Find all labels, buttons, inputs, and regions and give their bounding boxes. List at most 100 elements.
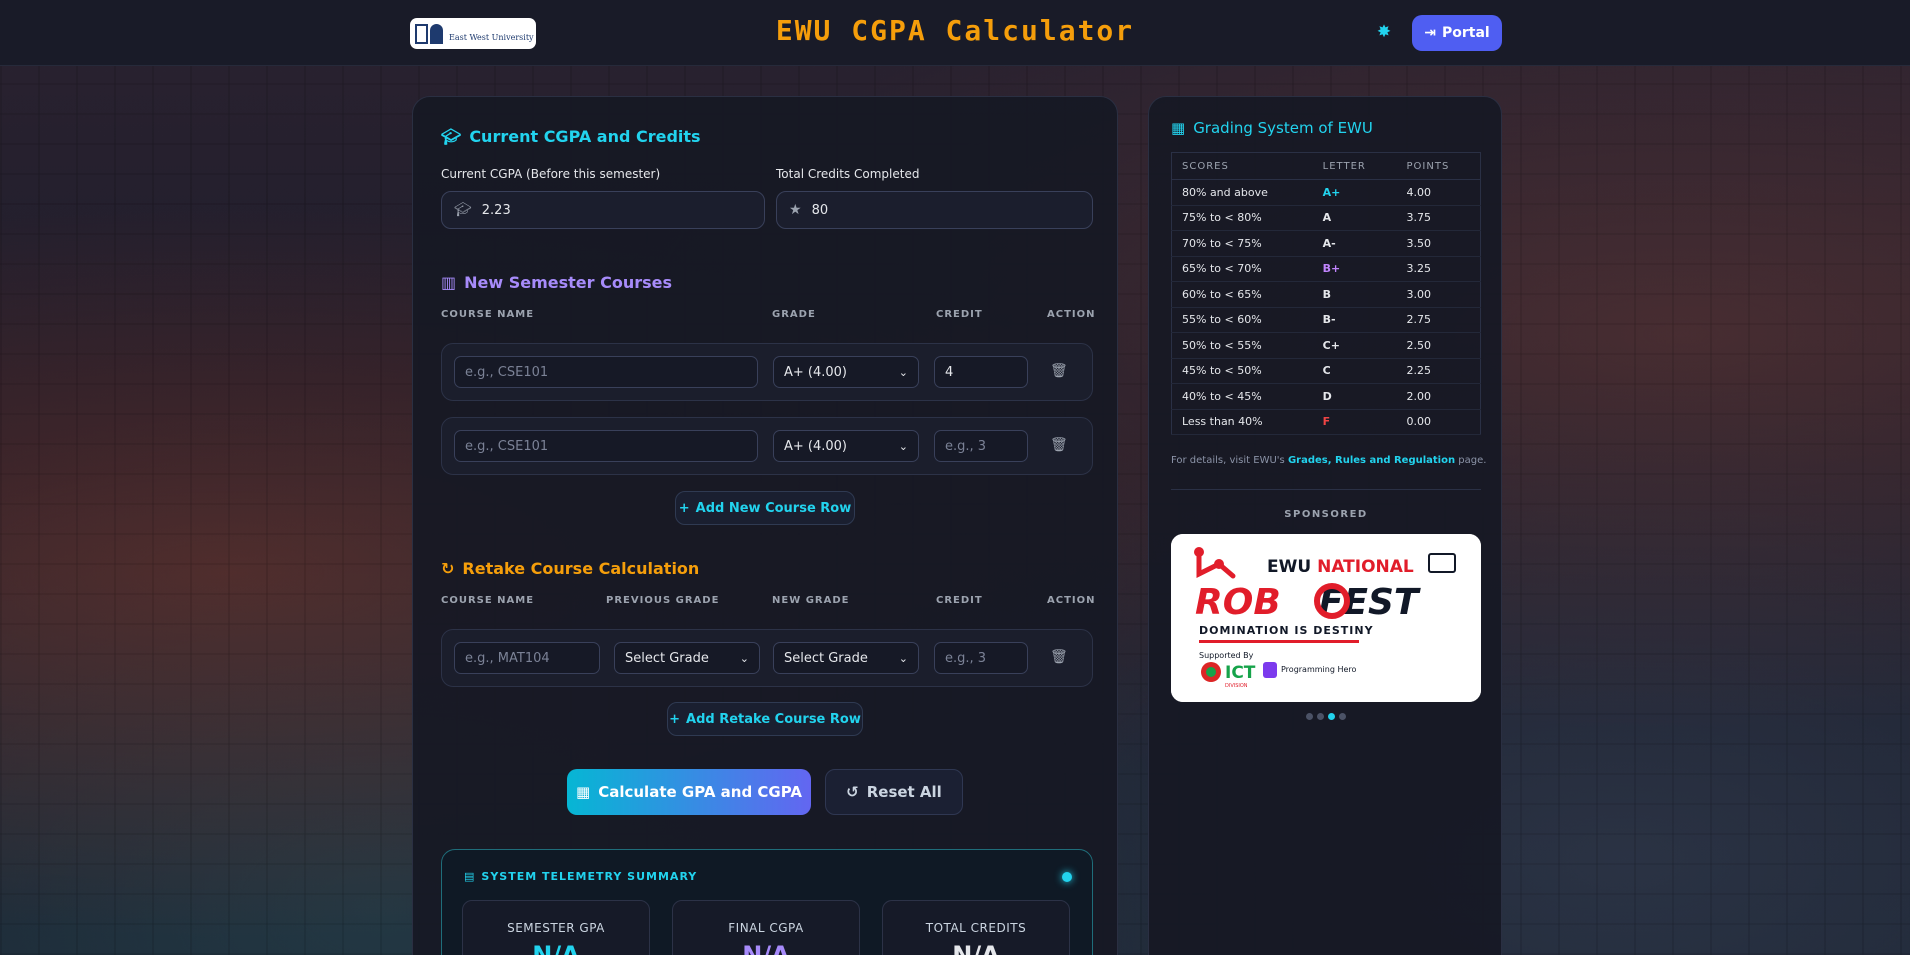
chart-icon: ▤ [464, 870, 476, 883]
grading-cell-letter: D [1312, 383, 1397, 410]
redo-icon: ↻ [441, 559, 455, 578]
ad-line1-ewu: EWU [1267, 557, 1317, 577]
trash-icon[interactable]: 🗑︎ [1050, 649, 1068, 665]
course-name-input[interactable]: e.g., CSE101 [454, 430, 758, 462]
new-courses-title-text: New Semester Courses [464, 273, 673, 292]
book-icon: ▥ [441, 273, 457, 292]
details-suffix: page. [1455, 455, 1487, 466]
grading-rules-link[interactable]: Grades, Rules and Regulation [1288, 455, 1455, 466]
col-credit: CREDIT [936, 595, 983, 606]
calculate-button[interactable]: ▦ Calculate GPA and CGPA [567, 769, 811, 815]
grading-row: Less than 40% F 0.00 [1171, 409, 1481, 435]
new-grade-value: Select Grade [784, 650, 868, 666]
divider [1171, 489, 1481, 490]
grading-cell-score: 55% to < 60% [1171, 307, 1313, 333]
col-previous-grade: PREVIOUS GRADE [606, 595, 720, 606]
grading-cell-points: 2.75 [1396, 307, 1481, 333]
carousel-dot[interactable] [1339, 713, 1346, 720]
add-retake-row-label: Add Retake Course Row [686, 711, 861, 727]
col-letter: LETTER [1312, 152, 1397, 180]
retake-credit-input[interactable]: e.g., 3 [934, 642, 1028, 674]
total-credits-input[interactable]: ★ 80 [776, 191, 1093, 229]
telemetry-title-text: SYSTEM TELEMETRY SUMMARY [481, 870, 698, 883]
grading-row: 80% and above A+ 4.00 [1171, 179, 1481, 206]
grading-cell-score: 50% to < 55% [1171, 332, 1313, 359]
grading-title: ▦ Grading System of EWU [1171, 119, 1373, 137]
total-credits-summary-value: N/A [952, 941, 1000, 955]
trash-icon[interactable]: 🗑︎ [1050, 437, 1068, 453]
sponsored-label: SPONSORED [1284, 509, 1368, 520]
col-credit: CREDIT [936, 309, 983, 320]
total-credits-card: TOTAL CREDITS N/A [882, 900, 1070, 955]
grade-select[interactable]: A+ (4.00) ⌄ [773, 430, 919, 462]
ad-tagline: DOMINATION IS DESTINY [1199, 624, 1374, 637]
col-new-grade: NEW GRADE [772, 595, 850, 606]
chevron-down-icon: ⌄ [898, 365, 908, 379]
carousel-dot[interactable] [1328, 713, 1335, 720]
retake-row: e.g., MAT104 Select Grade ⌄ Select Grade ⌄… [441, 629, 1093, 687]
sponsored-banner[interactable]: EWU NATIONAL ROB FEST DOMINATION IS DESTI… [1171, 534, 1481, 702]
grading-cell-points: 3.50 [1396, 230, 1481, 257]
chevron-down-icon: ⌄ [739, 651, 749, 665]
col-grade: GRADE [772, 309, 816, 320]
total-credits-label: Total Credits Completed [776, 167, 920, 181]
course-row: e.g., CSE101 A+ (4.00) ⌄ e.g., 3 🗑︎ [441, 417, 1093, 475]
ad-line1-national: NATIONAL [1317, 557, 1414, 577]
final-cgpa-value: N/A [742, 941, 790, 955]
grading-cell-score: Less than 40% [1171, 409, 1313, 435]
col-course-name: COURSE NAME [441, 309, 535, 320]
current-cgpa-value: 2.23 [481, 202, 511, 218]
grading-cell-points: 3.00 [1396, 281, 1481, 308]
grade-select[interactable]: A+ (4.00) ⌄ [773, 356, 919, 388]
status-indicator-icon [1062, 872, 1072, 882]
total-credits-value: 80 [811, 202, 829, 218]
ad-supported-by: Supported By [1199, 651, 1254, 660]
credit-input[interactable]: 4 [934, 356, 1028, 388]
undo-icon: ↺ [846, 783, 859, 801]
graduate-icon: 🎓︎ [441, 127, 462, 146]
grading-details-note: For details, visit EWU's Grades, Rules a… [1171, 455, 1486, 466]
plus-icon: + [669, 711, 681, 727]
grading-cell-points: 3.25 [1396, 256, 1481, 282]
reset-button[interactable]: ↺ Reset All [825, 769, 963, 815]
theme-toggle-icon[interactable]: ✸ [1374, 22, 1394, 42]
portal-button[interactable]: ⇥ Portal [1412, 15, 1502, 51]
previous-grade-value: Select Grade [625, 650, 709, 666]
grading-cell-points: 3.75 [1396, 205, 1481, 231]
previous-grade-select[interactable]: Select Grade ⌄ [614, 642, 760, 674]
add-retake-row-button[interactable]: + Add Retake Course Row [667, 702, 863, 736]
retake-course-input[interactable]: e.g., MAT104 [454, 642, 600, 674]
semester-gpa-value: N/A [532, 941, 580, 955]
grade-select-value: A+ (4.00) [784, 438, 848, 454]
carousel-dots [1149, 713, 1503, 720]
semester-gpa-card: SEMESTER GPA N/A [462, 900, 650, 955]
grading-cell-score: 60% to < 65% [1171, 281, 1313, 308]
current-cgpa-input[interactable]: 🎓︎ 2.23 [441, 191, 765, 229]
grading-cell-letter: F [1312, 409, 1397, 435]
course-row: e.g., CSE101 A+ (4.00) ⌄ 4 🗑︎ [441, 343, 1093, 401]
telemetry-summary: ▤ SYSTEM TELEMETRY SUMMARY SEMESTER GPA … [441, 849, 1093, 955]
grade-select-value: A+ (4.00) [784, 364, 848, 380]
app-title: EWU CGPA Calculator [775, 14, 1135, 47]
login-icon: ⇥ [1424, 25, 1436, 41]
grading-cell-letter: C [1312, 358, 1397, 384]
grading-cell-points: 2.00 [1396, 383, 1481, 410]
col-scores: SCORES [1171, 152, 1313, 180]
new-grade-select[interactable]: Select Grade ⌄ [773, 642, 919, 674]
col-action: ACTION [1047, 309, 1096, 320]
course-name-input[interactable]: e.g., CSE101 [454, 356, 758, 388]
grading-row: 60% to < 65% B 3.00 [1171, 281, 1481, 308]
trash-icon[interactable]: 🗑︎ [1050, 363, 1068, 379]
carousel-dot[interactable] [1317, 713, 1324, 720]
add-course-row-button[interactable]: + Add New Course Row [675, 491, 855, 525]
grading-row: 45% to < 50% C 2.25 [1171, 358, 1481, 384]
col-points: POINTS [1396, 152, 1481, 180]
grading-cell-letter: C+ [1312, 332, 1397, 359]
final-cgpa-label: FINAL CGPA [728, 921, 804, 935]
grading-cell-points: 2.50 [1396, 332, 1481, 359]
carousel-dot[interactable] [1306, 713, 1313, 720]
grading-cell-letter: B+ [1312, 256, 1397, 282]
chevron-down-icon: ⌄ [898, 651, 908, 665]
credit-input[interactable]: e.g., 3 [934, 430, 1028, 462]
grading-panel: ▦ Grading System of EWU SCORES LETTER PO… [1148, 96, 1502, 955]
